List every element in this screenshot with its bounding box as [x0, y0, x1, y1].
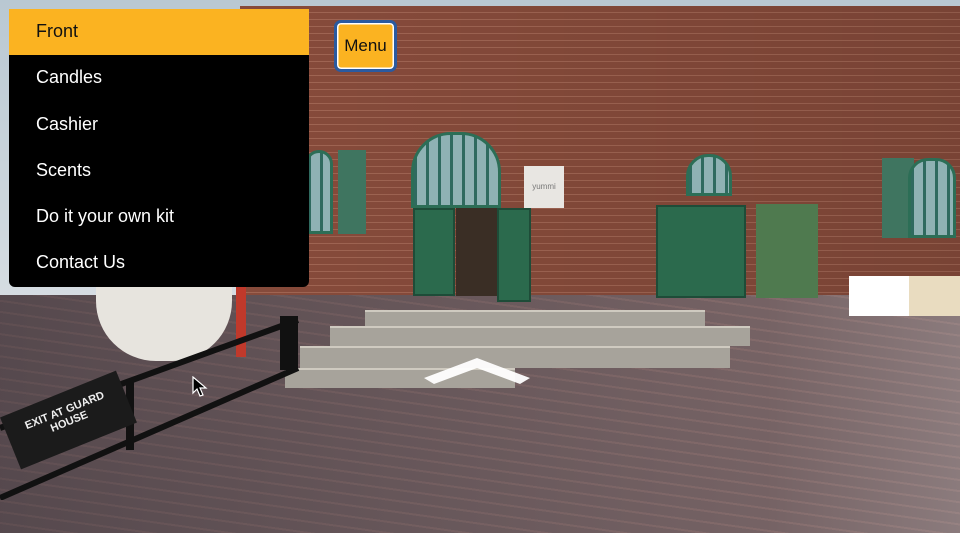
letter-blocks [849, 276, 960, 316]
shutter [756, 204, 818, 298]
menu-item-front[interactable]: Front [9, 9, 309, 56]
window [305, 150, 333, 234]
step [330, 326, 750, 346]
menu-item-candles[interactable]: Candles [9, 55, 309, 101]
door [497, 208, 531, 302]
door [413, 208, 455, 296]
menu-item-contact-us[interactable]: Contact Us [9, 240, 309, 286]
chevron-up-icon[interactable] [424, 356, 530, 386]
menu-toggle-button[interactable]: Menu [334, 20, 397, 72]
menu-item-cashier[interactable]: Cashier [9, 102, 309, 148]
navigation-menu: Front Candles Cashier Scents Do it your … [9, 9, 309, 287]
menu-item-scents[interactable]: Scents [9, 148, 309, 194]
door [656, 205, 746, 298]
menu-item-diy-kit[interactable]: Do it your own kit [9, 194, 309, 240]
step [365, 310, 705, 326]
store-sign: yummi [524, 166, 564, 208]
transom-window [411, 132, 501, 208]
railing-post [280, 316, 298, 370]
open-doorway [456, 208, 498, 296]
mouse-cursor-icon [192, 376, 208, 397]
shutter [338, 150, 366, 234]
window [908, 158, 956, 238]
window [686, 154, 732, 196]
